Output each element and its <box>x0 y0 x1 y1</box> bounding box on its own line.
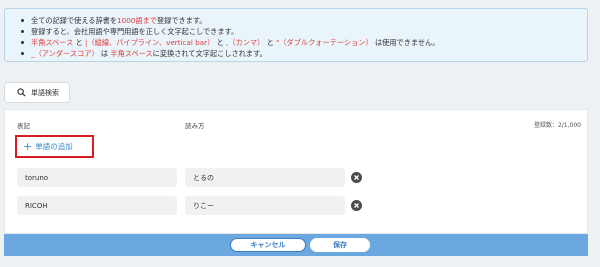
save-button[interactable]: 保存 <box>310 238 370 252</box>
notation-field[interactable]: toruno <box>17 168 177 187</box>
info-item: 登録すると、会社用語や専門用語を正しく文字起こしできます。 <box>19 26 587 37</box>
reading-field[interactable]: りこー <box>185 196 345 215</box>
add-word-button[interactable]: + 単語の追加 <box>15 135 94 158</box>
registered-count: 登録数：2/1,000 <box>533 122 581 129</box>
info-item: 半角スペース と |（縦線、パイプライン、vertical bar） と ,（カ… <box>19 37 587 48</box>
column-header-reading: 読み方 <box>185 122 205 130</box>
info-item: _（アンダースコア） は 半角スペースに変換されて文字起こしされます。 <box>19 48 587 59</box>
delete-icon[interactable] <box>351 200 362 211</box>
info-list: 全ての記録で使える辞書を1000語まで登録できます。 登録すると、会社用語や専門… <box>19 15 587 59</box>
tab-word-search[interactable]: 単語検索 <box>4 82 70 103</box>
tab-label: 単語検索 <box>31 88 59 97</box>
action-footer: キャンセル 保存 <box>4 234 588 256</box>
cancel-button[interactable]: キャンセル <box>230 238 306 252</box>
reading-field[interactable]: とるの <box>185 168 345 187</box>
info-item: 全ての記録で使える辞書を1000語まで登録できます。 <box>19 15 587 26</box>
dictionary-table: 表記 読み方 登録数：2/1,000 + 単語の追加 toruno とるの RI… <box>4 109 588 234</box>
delete-icon[interactable] <box>351 172 362 183</box>
info-notice: 全ての記録で使える辞書を1000語まで登録できます。 登録すると、会社用語や専門… <box>4 8 588 62</box>
add-word-label: 単語の追加 <box>35 142 73 151</box>
plus-icon: + <box>23 140 33 153</box>
search-icon <box>17 88 26 97</box>
notation-field[interactable]: RICOH <box>17 196 177 215</box>
column-header-notation: 表記 <box>17 122 30 130</box>
